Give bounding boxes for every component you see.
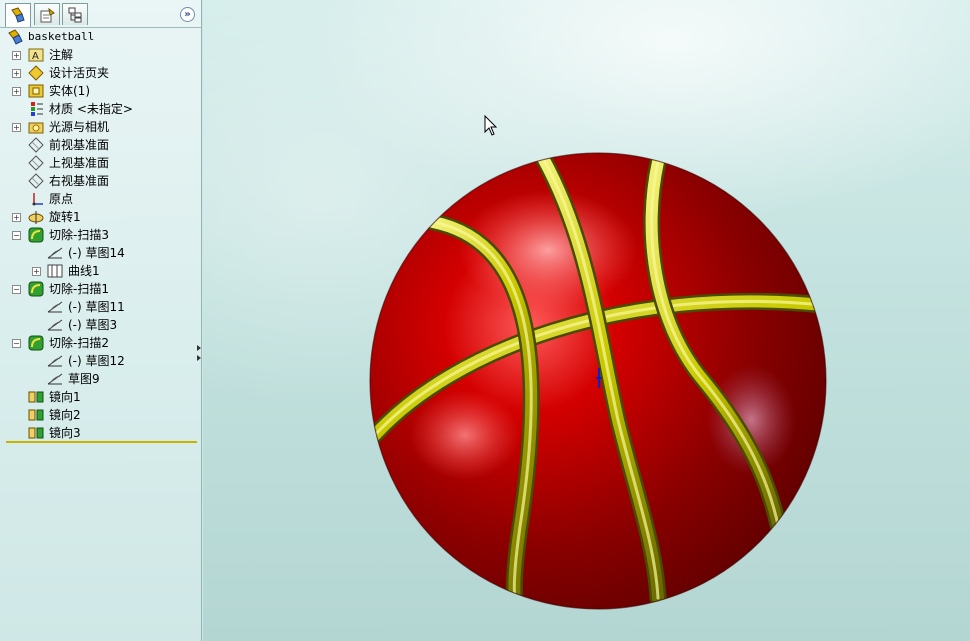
tree-item[interactable]: 上视基准面 (0, 154, 201, 172)
tree-item[interactable]: 镜向2 (0, 406, 201, 424)
tree-item[interactable]: 镜向1 (0, 388, 201, 406)
tree-item[interactable]: + 实体(1) (0, 82, 201, 100)
tree-item-label: 前视基准面 (49, 138, 110, 152)
sketch-icon (47, 247, 63, 259)
plane-icon (28, 173, 44, 189)
tree-item-label: 切除-扫描2 (49, 336, 109, 350)
expand-icon[interactable]: + (12, 51, 21, 60)
design-binder-icon (28, 65, 44, 81)
tab-feature-manager[interactable] (5, 3, 31, 27)
tree-item-label: 实体(1) (49, 84, 90, 98)
sketch-icon (47, 301, 63, 313)
panel-tabbar: » (0, 0, 201, 28)
feature-tree: basketball + A 注解 + 设计活页夹 + 实体(1) 材质 <未指定> + 光源与相… (0, 28, 201, 442)
solid-bodies-icon (28, 84, 44, 98)
part-icon (8, 29, 23, 45)
tree-item[interactable]: + 旋转1 (0, 208, 201, 226)
annotations-icon: A (28, 48, 44, 62)
tree-item[interactable]: + 光源与相机 (0, 118, 201, 136)
cut-sweep-icon (28, 335, 44, 351)
tree-item[interactable]: (-) 草图3 (0, 316, 201, 334)
tree-item[interactable]: 前视基准面 (0, 136, 201, 154)
tree-item[interactable]: 镜向3 (0, 424, 201, 442)
tree-item-label: 光源与相机 (49, 120, 110, 134)
mirror-icon (28, 427, 44, 439)
tree-item-label: 镜向1 (49, 390, 81, 404)
collapse-icon[interactable]: − (12, 285, 21, 294)
tree-item-label: 镜向3 (49, 426, 81, 440)
tree-item-label: (-) 草图3 (68, 318, 118, 332)
tree-item[interactable]: 草图9 (0, 370, 201, 388)
expand-icon[interactable]: + (12, 87, 21, 96)
collapse-icon[interactable]: − (12, 231, 21, 240)
tree-item-label: 材质 <未指定> (49, 102, 133, 116)
graphics-area[interactable] (203, 0, 970, 641)
collapse-icon[interactable]: − (12, 339, 21, 348)
highlight-left (410, 390, 520, 480)
tree-item[interactable]: − 切除-扫描1 (0, 280, 201, 298)
svg-text:A: A (32, 51, 39, 62)
tree-item-label: (-) 草图12 (68, 354, 125, 368)
tree-item-label: 曲线1 (68, 264, 100, 278)
tree-item-label: 右视基准面 (49, 174, 110, 188)
tab-configuration-manager[interactable] (62, 3, 88, 25)
tree-item-label: 镜向2 (49, 408, 81, 422)
revolve-icon (28, 211, 44, 224)
tree-item-label: 上视基准面 (49, 156, 110, 170)
cut-sweep-icon (28, 281, 44, 297)
tree-root[interactable]: basketball (0, 28, 201, 46)
feature-manager-panel: » basketball + A 注解 + 设计活页夹 + 实体(1) 材质 <未指定> + 光源… (0, 0, 202, 641)
tree-item-label: 切除-扫描1 (49, 282, 109, 296)
expand-icon[interactable]: + (32, 267, 41, 276)
double-chevron-right-icon[interactable]: » (180, 7, 195, 22)
tree-item[interactable]: 原点 (0, 190, 201, 208)
tab-property-manager[interactable] (34, 3, 60, 25)
tree-item-label: 切除-扫描3 (49, 228, 109, 242)
tree-item-label: (-) 草图14 (68, 246, 125, 260)
cut-sweep-icon (28, 227, 44, 243)
tree-root-label: basketball (28, 30, 95, 43)
tree-item-label: 原点 (49, 192, 74, 206)
tree-item[interactable]: + 设计活页夹 (0, 64, 201, 82)
tree-item[interactable]: 材质 <未指定> (0, 100, 201, 118)
tree-item[interactable]: + 曲线1 (0, 262, 201, 280)
basketball-model[interactable] (203, 0, 970, 641)
tree-item[interactable]: (-) 草图11 (0, 298, 201, 316)
panel-resize-handle[interactable] (197, 343, 202, 363)
tree-item[interactable]: + A 注解 (0, 46, 201, 64)
tree-item[interactable]: (-) 草图12 (0, 352, 201, 370)
tree-item-label: 草图9 (68, 372, 100, 386)
origin-icon (32, 193, 43, 206)
tree-rollback-bar[interactable] (6, 441, 197, 443)
mouse-pointer-icon (484, 115, 498, 136)
lights-cameras-icon (28, 122, 44, 134)
tree-item-label: 旋转1 (49, 210, 81, 224)
feature-tree-icon (11, 7, 25, 23)
expand-icon[interactable]: + (12, 123, 21, 132)
mirror-icon (28, 391, 44, 403)
plane-icon (28, 155, 44, 171)
tree-item-label: (-) 草图11 (68, 300, 125, 314)
material-icon (31, 102, 43, 116)
curve-icon (47, 264, 63, 278)
expand-icon[interactable]: + (12, 213, 21, 222)
property-manager-icon (40, 7, 55, 23)
expand-icon[interactable]: + (12, 69, 21, 78)
configuration-manager-icon (68, 7, 82, 23)
mirror-icon (28, 409, 44, 421)
tree-item[interactable]: − 切除-扫描2 (0, 334, 201, 352)
sketch-icon (47, 355, 63, 367)
tree-item[interactable]: − 切除-扫描3 (0, 226, 201, 244)
sketch-icon (47, 373, 63, 385)
sketch-icon (47, 319, 63, 331)
plane-icon (28, 137, 44, 153)
tree-item[interactable]: 右视基准面 (0, 172, 201, 190)
tree-item-label: 设计活页夹 (49, 66, 110, 80)
tree-item-label: 注解 (49, 48, 74, 62)
tree-item[interactable]: (-) 草图14 (0, 244, 201, 262)
